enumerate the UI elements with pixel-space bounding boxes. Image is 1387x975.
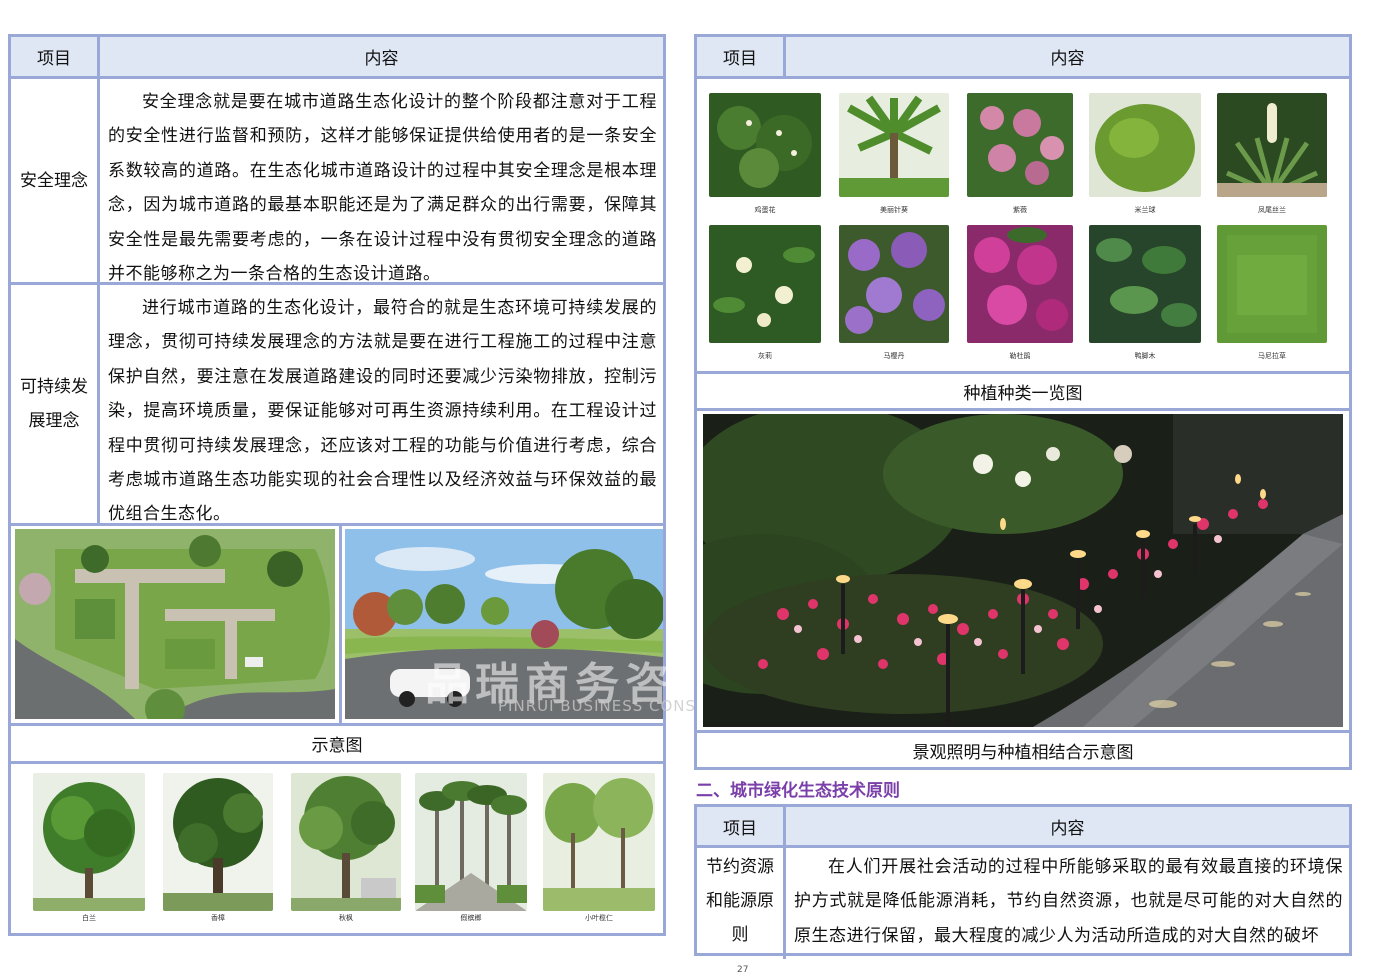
page-number: 27 <box>737 965 749 975</box>
header-content: 内容 <box>100 37 663 76</box>
plant-tile-4: 米兰球 <box>1089 93 1201 217</box>
tree-name-jiabinlang: 假槟榔 <box>460 914 482 922</box>
row-text-safety: 安全理念就是要在城市道路生态化设计的整个阶段都注意对于工程的安全性进行监督和预防… <box>100 79 663 284</box>
resource-paragraph: 在人们开展社会活动的过程中所能够采取的最有效最直接的环境保护方式就是降低能源消耗… <box>794 857 1343 946</box>
sustainable-label: 可持续发展理念 <box>20 377 88 431</box>
header-content: 内容 <box>786 807 1349 845</box>
plant-caption: 种植种类一览图 <box>963 383 1083 404</box>
plant-photo-7 <box>839 225 949 343</box>
tree-photo-jiabinlang <box>415 773 527 911</box>
plant-tile-7: 马樱丹 <box>839 225 949 365</box>
lighting-caption: 景观照明与种植相结合示意图 <box>912 742 1134 763</box>
plant-name-8: 勒杜鹃 <box>1009 352 1031 360</box>
tree-tile-jiabinlang: 假槟榔 <box>415 773 527 923</box>
row-label-sustainable: 可持续发展理念 <box>19 285 89 523</box>
plant-photo-8 <box>967 225 1073 343</box>
row-label-safety: 安全理念 <box>20 170 88 191</box>
plant-photo-2 <box>839 93 949 197</box>
header-item: 项目 <box>11 37 97 76</box>
lighting-photo <box>643 404 1343 727</box>
tree-name-xiaoyelanren: 小叶榄仁 <box>585 914 613 922</box>
plant-tile-6: 灰莉 <box>709 225 821 365</box>
header-item: 项目 <box>697 37 783 76</box>
sustainable-paragraph: 进行城市道路的生态化设计，最符合的就是生态环境可持续发展的理念，贯彻可持续发展理… <box>108 298 657 525</box>
plant-tile-5: 凤尾丝兰 <box>1217 93 1327 217</box>
tree-photo-bailan <box>33 773 145 911</box>
right-table: 项目 内容 鸡蛋花 美丽针葵 紫薇 米兰球 凤尾丝兰 灰莉 马樱丹 勒杜鹃 鸭脚… <box>643 34 1352 770</box>
plant-photo-4 <box>1089 93 1201 197</box>
plant-tile-10: 马尼拉草 <box>1217 225 1327 365</box>
plant-tile-9: 鸭脚木 <box>1089 225 1201 365</box>
resource-label: 节约资源和能源原则 <box>706 857 774 945</box>
left-table: 项目 内容 安全理念 安全理念就是要在城市道路生态化设计的整个阶段都注意对于工程… <box>8 34 666 936</box>
tree-tile-bailan: 白兰 <box>33 773 145 923</box>
plant-name-10: 马尼拉草 <box>1258 352 1286 360</box>
tree-name-bailan: 白兰 <box>82 914 96 922</box>
principle-table: 项目 内容 节约资源和能源原则 在人们开展社会活动的过程中所能够采取的最有效最直… <box>694 804 1352 959</box>
plant-name-9: 鸭脚木 <box>1134 352 1156 360</box>
plant-name-3: 紫薇 <box>1013 206 1027 214</box>
plant-photo-10 <box>1217 225 1327 343</box>
diagram-caption: 示意图 <box>311 736 363 756</box>
tree-photo-xiangzhang <box>163 773 273 911</box>
tree-tile-qiufeng: 秋枫 <box>291 773 401 923</box>
plant-photo-9 <box>1089 225 1201 343</box>
plant-tile-1: 鸡蛋花 <box>709 93 821 217</box>
plant-tile-3: 紫薇 <box>967 93 1073 217</box>
section-heading: 二、城市绿化生态技术原则 <box>696 781 900 801</box>
plant-photo-1 <box>709 93 821 197</box>
row-text-resource: 在人们开展社会活动的过程中所能够采取的最有效最直接的环境保护方式就是降低能源消耗… <box>786 848 1349 956</box>
tree-photo-qiufeng <box>291 773 401 911</box>
tree-tile-xiangzhang: 香樟 <box>163 773 273 923</box>
row-label-resource: 节约资源和能源原则 <box>701 848 779 956</box>
plant-photo-5 <box>1217 93 1327 197</box>
plant-name-1: 鸡蛋花 <box>754 206 776 214</box>
plant-name-5: 凤尾丝兰 <box>1258 206 1286 214</box>
plant-name-2: 美丽针葵 <box>880 206 908 214</box>
aerial-garden-image <box>15 529 335 729</box>
tree-tile-xiaoyelanren: 小叶榄仁 <box>543 773 655 923</box>
plant-photo-3 <box>967 93 1073 197</box>
header-item: 项目 <box>697 807 783 845</box>
plant-name-6: 灰莉 <box>758 352 772 360</box>
plant-tile-8: 勒杜鹃 <box>967 225 1073 365</box>
tree-name-qiufeng: 秋枫 <box>339 914 353 922</box>
plant-tile-2: 美丽针葵 <box>839 93 949 217</box>
plant-photo-6 <box>709 225 821 343</box>
safety-paragraph: 安全理念就是要在城市道路生态化设计的整个阶段都注意对于工程的安全性进行监督和预防… <box>108 92 657 285</box>
tree-photo-xiaoyelanren <box>543 773 655 911</box>
header-content: 内容 <box>786 37 1349 76</box>
plant-name-4: 米兰球 <box>1134 206 1156 214</box>
plant-name-7: 马樱丹 <box>883 352 905 360</box>
tree-name-xiangzhang: 香樟 <box>211 914 225 922</box>
row-text-sustainable: 进行城市道路的生态化设计，最符合的就是生态环境可持续发展的理念，贯彻可持续发展理… <box>100 285 663 524</box>
